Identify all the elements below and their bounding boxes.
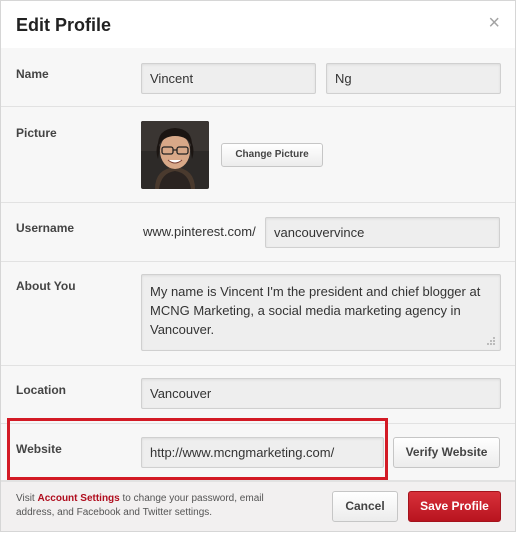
footer-text-before: Visit (16, 493, 38, 504)
name-label: Name (16, 67, 49, 81)
change-picture-button[interactable]: Change Picture (221, 143, 323, 167)
avatar[interactable] (141, 121, 209, 189)
dialog-title: Edit Profile (16, 15, 112, 35)
dialog-header: Edit Profile × (1, 1, 515, 49)
username-label: Username (16, 221, 75, 235)
resize-grip-icon[interactable] (485, 335, 495, 345)
website-input[interactable]: http://www.mcngmarketing.com/ (141, 437, 384, 468)
about-row: About You My name is Vincent I'm the pre… (1, 262, 515, 366)
about-textarea[interactable]: My name is Vincent I'm the president and… (141, 274, 501, 351)
location-input[interactable]: Vancouver (141, 378, 501, 409)
footer-note: Visit Account Settings to change your pa… (16, 492, 276, 520)
avatar-image (141, 121, 209, 189)
website-row: Website http://www.mcngmarketing.com/ Ve… (1, 424, 515, 481)
edit-profile-dialog: Edit Profile × Name Vincent Ng Picture C… (0, 0, 516, 532)
picture-label: Picture (16, 126, 57, 140)
about-text: My name is Vincent I'm the president and… (150, 284, 481, 337)
first-name-input[interactable]: Vincent (141, 63, 316, 94)
name-row: Name Vincent Ng (1, 48, 515, 107)
username-input[interactable]: vancouvervince (265, 217, 500, 248)
verify-website-button[interactable]: Verify Website (393, 437, 500, 468)
location-row: Location Vancouver (1, 366, 515, 424)
about-label: About You (16, 279, 76, 293)
location-label: Location (16, 383, 66, 397)
cancel-button[interactable]: Cancel (332, 491, 398, 522)
username-row: Username www.pinterest.com/ vancouvervin… (1, 203, 515, 262)
close-icon[interactable]: × (488, 13, 500, 33)
picture-row: Picture Change Picture (1, 107, 515, 203)
username-url-prefix: www.pinterest.com/ (143, 224, 256, 239)
save-profile-button[interactable]: Save Profile (408, 491, 501, 522)
dialog-footer: Visit Account Settings to change your pa… (1, 481, 515, 531)
account-settings-link[interactable]: Account Settings (38, 493, 120, 504)
website-label: Website (16, 442, 62, 456)
last-name-input[interactable]: Ng (326, 63, 501, 94)
